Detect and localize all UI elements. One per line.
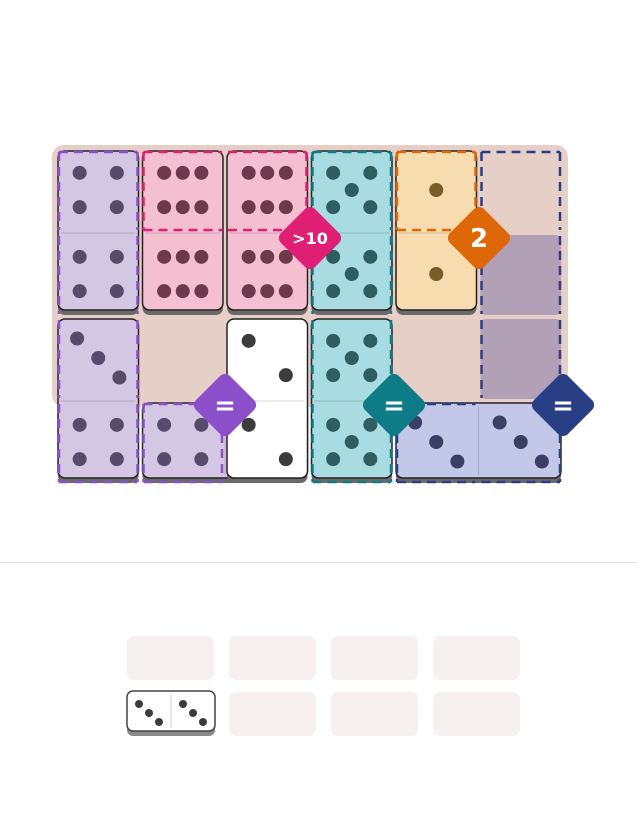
pip (157, 165, 172, 180)
pip (326, 284, 341, 299)
pip (72, 284, 87, 299)
pip (429, 435, 444, 449)
pip (72, 417, 87, 432)
placed-domino-6-6[interactable] (141, 150, 224, 315)
pip (179, 700, 187, 708)
pip (260, 284, 275, 299)
tray-slot[interactable] (331, 692, 418, 736)
pip (363, 452, 378, 467)
pip (260, 165, 275, 180)
pip (363, 249, 378, 264)
pip (492, 415, 507, 430)
placed-domino-3-3[interactable] (395, 402, 562, 483)
pip (344, 435, 359, 449)
pip (175, 249, 190, 264)
pip (534, 454, 549, 469)
pip (72, 249, 87, 264)
pip (157, 417, 172, 432)
pip (241, 249, 256, 264)
tray-slot[interactable] (127, 636, 214, 680)
pip (326, 368, 341, 383)
pip (112, 370, 127, 385)
pip (344, 183, 359, 197)
pip (194, 452, 209, 467)
tray-slot[interactable] (229, 692, 316, 736)
pip (194, 165, 209, 180)
pip (326, 333, 341, 348)
pip (109, 165, 124, 180)
pip (109, 249, 124, 264)
pip (278, 165, 293, 180)
pip (109, 284, 124, 299)
pip (189, 709, 197, 717)
tray-slot[interactable] (229, 636, 316, 680)
pip (157, 249, 172, 264)
constraint-label: >10 (292, 229, 328, 248)
pip (344, 351, 359, 365)
pip (429, 183, 444, 197)
pip (109, 417, 124, 432)
pip (363, 333, 378, 348)
pip (241, 333, 256, 348)
tray-divider (0, 562, 637, 563)
pip (194, 284, 209, 299)
pip (278, 200, 293, 215)
pip (326, 200, 341, 215)
pip (326, 165, 341, 180)
pip (175, 284, 190, 299)
puzzle-board: >10 2 = = = (52, 145, 595, 484)
constraint-label: = (383, 391, 405, 421)
pip (260, 200, 275, 215)
pip (429, 267, 444, 281)
pip (194, 249, 209, 264)
constraint-label: = (214, 391, 236, 421)
pip (363, 284, 378, 299)
pip (241, 200, 256, 215)
pip (363, 165, 378, 180)
pip (175, 200, 190, 215)
pip (326, 452, 341, 467)
tray-slot[interactable] (433, 692, 520, 736)
pip (363, 200, 378, 215)
pip (241, 284, 256, 299)
pip (157, 200, 172, 215)
pip (155, 718, 163, 726)
tray-slot[interactable] (331, 636, 418, 680)
pip (513, 435, 528, 449)
pip (199, 718, 207, 726)
pip (70, 331, 85, 346)
pip (363, 368, 378, 383)
tray-domino-3-3[interactable] (126, 690, 216, 737)
pip (157, 452, 172, 467)
pip (91, 351, 106, 365)
pip (135, 700, 143, 708)
pip (278, 368, 293, 383)
pip (72, 200, 87, 215)
pip (344, 267, 359, 281)
pip (450, 454, 465, 469)
pip (260, 249, 275, 264)
placed-domino-4-4[interactable] (57, 150, 140, 315)
pip (145, 709, 153, 717)
pip (194, 200, 209, 215)
pip (278, 452, 293, 467)
pip (241, 165, 256, 180)
constraint-label: 2 (470, 224, 488, 254)
tray-slot[interactable] (433, 636, 520, 680)
pip (326, 417, 341, 432)
pip (109, 200, 124, 215)
pip (157, 284, 172, 299)
pip (72, 165, 87, 180)
constraint-label: = (552, 391, 574, 421)
pip (72, 452, 87, 467)
pip (278, 284, 293, 299)
pip (109, 452, 124, 467)
pip (175, 165, 190, 180)
placed-domino-3-4[interactable] (57, 318, 140, 483)
